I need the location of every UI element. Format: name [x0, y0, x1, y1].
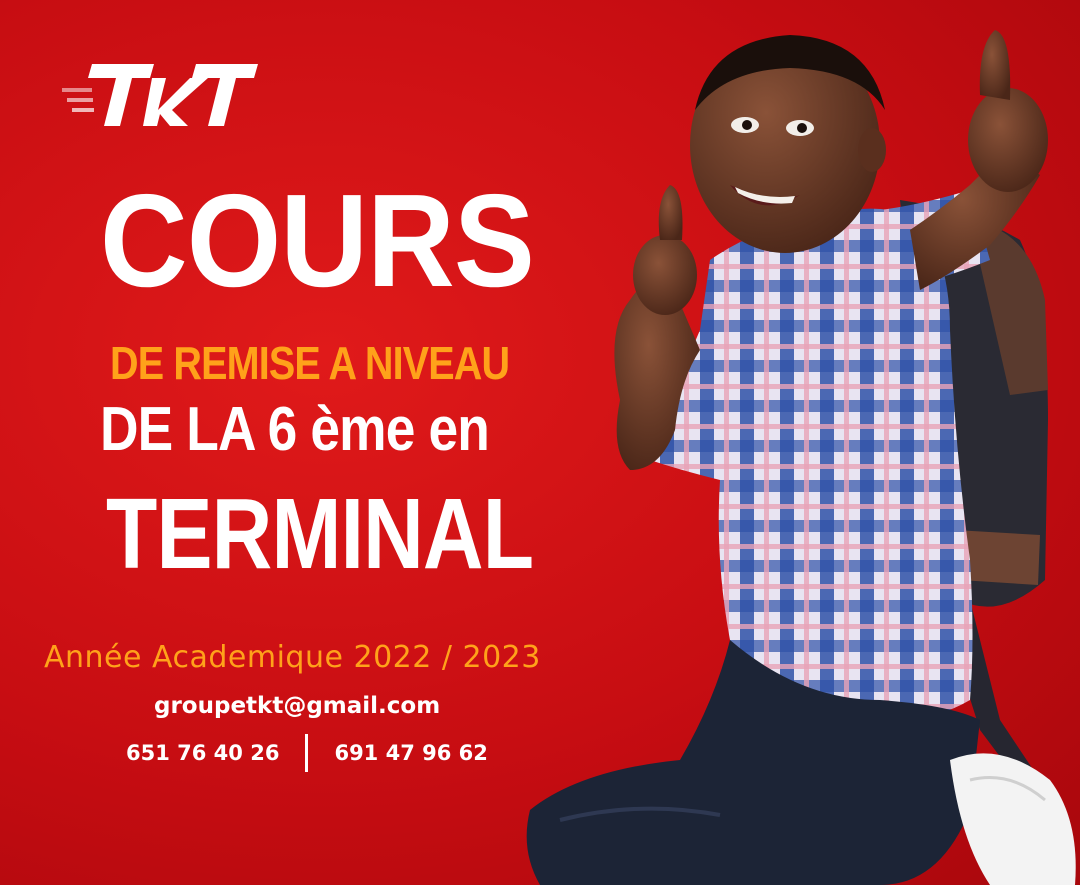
phone-number-1: 651 76 40 26 — [126, 741, 280, 765]
academic-year: Année Academique 2022 / 2023 — [44, 640, 541, 675]
phone-separator — [305, 734, 309, 772]
contact-email: groupetkt@gmail.com — [154, 693, 441, 719]
contact-phones: 651 76 40 26 691 47 96 62 — [126, 734, 488, 772]
student-photo — [500, 0, 1080, 885]
headline-remise-a-niveau: DE REMISE A NIVEAU — [110, 337, 510, 389]
tkt-logo — [62, 58, 262, 133]
headline-cours: COURS — [100, 167, 535, 314]
poster: COURS DE REMISE A NIVEAU DE LA 6 ème en … — [0, 0, 1080, 885]
headline-level-range: DE LA 6 ème en — [100, 395, 490, 464]
phone-number-2: 691 47 96 62 — [334, 741, 488, 765]
tkt-logo-graphic — [62, 64, 258, 126]
student-illustration — [526, 30, 1076, 885]
headline-terminal: TERMINAL — [106, 478, 534, 590]
